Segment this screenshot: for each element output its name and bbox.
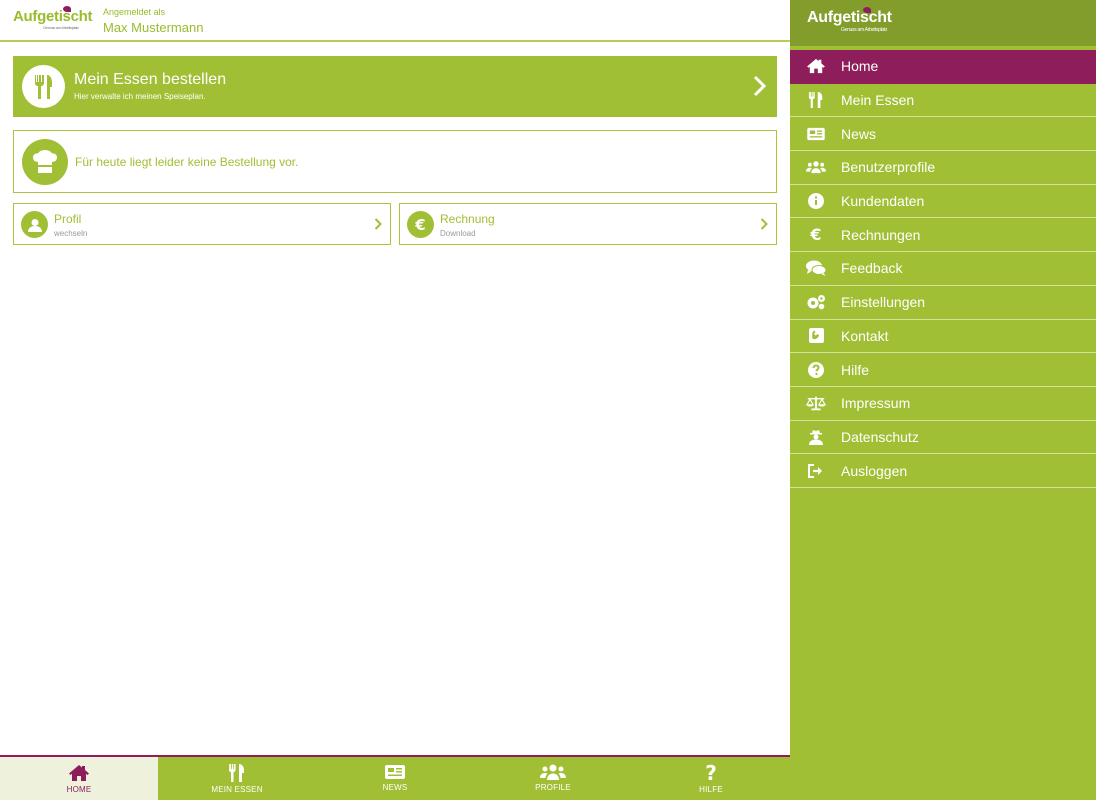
newspaper-icon	[806, 124, 826, 144]
cutlery-icon	[806, 90, 826, 110]
users-icon	[540, 764, 566, 780]
sidebar-item-label: Kundendaten	[841, 193, 925, 210]
sidebar: Aufgetischt Genuss am Arbeitsplatz Home …	[790, 0, 1096, 800]
brand-name: Aufgetischt	[13, 8, 93, 25]
users-icon	[806, 157, 826, 177]
sidebar-item-feedback[interactable]: Feedback	[790, 252, 1096, 286]
sign-out-icon	[806, 461, 826, 481]
sidebar-item-kundendaten[interactable]: Kundendaten	[790, 185, 1096, 219]
logo-leaf-icon	[863, 7, 871, 13]
sidebar-item-label: Kontakt	[841, 327, 889, 344]
login-info: Angemeldet als Max Mustermann	[103, 7, 203, 35]
chevron-right-icon	[374, 218, 382, 230]
question-icon: ?	[705, 761, 717, 785]
sidebar-item-label: Hilfe	[841, 361, 870, 378]
chevron-right-icon	[753, 75, 767, 97]
sidebar-item-label: Benutzerprofile	[841, 159, 936, 176]
brand-logo[interactable]: Aufgetischt Genuss am Arbeitsplatz	[13, 6, 93, 30]
today-status-text: Für heute liegt leider keine Bestellung …	[75, 155, 299, 169]
sidebar-item-home[interactable]: Home	[790, 50, 1096, 84]
sidebar-menu: Home Mein Essen News Benutzerprofile Kun…	[790, 50, 1096, 488]
profile-switch-card[interactable]: Profil wechseln	[13, 203, 391, 245]
chef-hat-icon	[22, 139, 68, 185]
invoice-subtitle: Download	[440, 229, 476, 238]
sidebar-item-label: Datenschutz	[841, 428, 919, 445]
bottom-nav-hilfe[interactable]: ? HILFE	[632, 757, 790, 800]
sidebar-header: Aufgetischt Genuss am Arbeitsplatz	[790, 0, 1096, 46]
chevron-right-icon	[760, 218, 768, 230]
profile-title: Profil	[54, 212, 82, 226]
order-meal-card[interactable]: Mein Essen bestellen Hier verwalte ich m…	[13, 56, 777, 117]
login-label: Angemeldet als	[103, 7, 166, 17]
sidebar-item-mein-essen[interactable]: Mein Essen	[790, 84, 1096, 118]
logo-leaf-icon	[63, 6, 71, 12]
sidebar-item-einstellungen[interactable]: Einstellungen	[790, 286, 1096, 320]
main-content: Aufgetischt Genuss am Arbeitsplatz Angem…	[0, 0, 790, 800]
sidebar-item-rechnungen[interactable]: € Rechnungen	[790, 218, 1096, 253]
bottom-nav-label: MEIN ESSEN	[211, 785, 263, 794]
euro-icon: €	[810, 225, 822, 245]
sidebar-item-label: Rechnungen	[841, 226, 921, 243]
bottom-nav-news[interactable]: NEWS	[316, 757, 474, 800]
euro-icon: €	[407, 211, 434, 238]
profile-subtitle: wechseln	[54, 229, 88, 238]
order-subtitle: Hier verwalte ich meinen Speiseplan.	[74, 92, 206, 101]
brand-tagline: Genuss am Arbeitsplatz	[43, 25, 79, 30]
sidebar-item-hilfe[interactable]: Hilfe	[790, 353, 1096, 387]
sidebar-item-kontakt[interactable]: Kontakt	[790, 320, 1096, 354]
sidebar-item-datenschutz[interactable]: Datenschutz	[790, 421, 1096, 455]
sidebar-item-benutzerprofile[interactable]: Benutzerprofile	[790, 151, 1096, 185]
bottom-navigation: HOME MEIN ESSEN NEWS PROFILE ? HILFE	[0, 755, 790, 800]
bottom-nav-mein-essen[interactable]: MEIN ESSEN	[158, 757, 316, 800]
sidebar-brand-logo[interactable]: Aufgetischt Genuss am Arbeitsplatz	[807, 7, 892, 33]
home-icon	[69, 765, 89, 781]
newspaper-icon	[385, 765, 405, 779]
sidebar-item-label: Home	[841, 58, 879, 75]
user-secret-icon	[806, 427, 826, 447]
user-name: Max Mustermann	[103, 20, 204, 35]
bottom-nav-home[interactable]: HOME	[0, 757, 158, 800]
invoice-download-card[interactable]: € Rechnung Download	[399, 203, 777, 245]
sidebar-item-impressum[interactable]: Impressum	[790, 387, 1096, 421]
sidebar-item-label: News	[841, 125, 877, 142]
home-icon	[806, 56, 826, 76]
sidebar-item-label: Mein Essen	[841, 92, 915, 109]
brand-tagline: Genuss am Arbeitsplatz	[841, 27, 888, 33]
cutlery-icon	[229, 764, 244, 782]
cutlery-icon	[22, 65, 65, 108]
user-icon	[21, 211, 48, 238]
sidebar-item-label: Ausloggen	[841, 462, 908, 479]
bottom-nav-label: HILFE	[699, 785, 723, 794]
top-bar: Aufgetischt Genuss am Arbeitsplatz Angem…	[0, 0, 790, 42]
bottom-nav-profile[interactable]: PROFILE	[474, 757, 632, 800]
sidebar-item-label: Impressum	[841, 395, 911, 412]
invoice-title: Rechnung	[440, 212, 495, 226]
info-icon	[806, 191, 826, 211]
question-icon	[806, 360, 826, 380]
phone-icon	[806, 326, 826, 346]
sidebar-item-label: Feedback	[841, 260, 903, 277]
sidebar-item-label: Einstellungen	[841, 294, 926, 311]
brand-name: Aufgetischt	[807, 9, 892, 26]
bottom-nav-label: PROFILE	[535, 783, 571, 792]
gears-icon	[806, 292, 826, 312]
sidebar-item-news[interactable]: News	[790, 117, 1096, 152]
bottom-nav-label: NEWS	[382, 783, 408, 792]
bottom-nav-label: HOME	[66, 785, 92, 794]
balance-scale-icon	[806, 393, 826, 413]
sidebar-item-ausloggen[interactable]: Ausloggen	[790, 454, 1096, 488]
comments-icon	[806, 258, 826, 278]
order-title: Mein Essen bestellen	[74, 71, 227, 88]
today-order-card: Für heute liegt leider keine Bestellung …	[13, 130, 777, 193]
